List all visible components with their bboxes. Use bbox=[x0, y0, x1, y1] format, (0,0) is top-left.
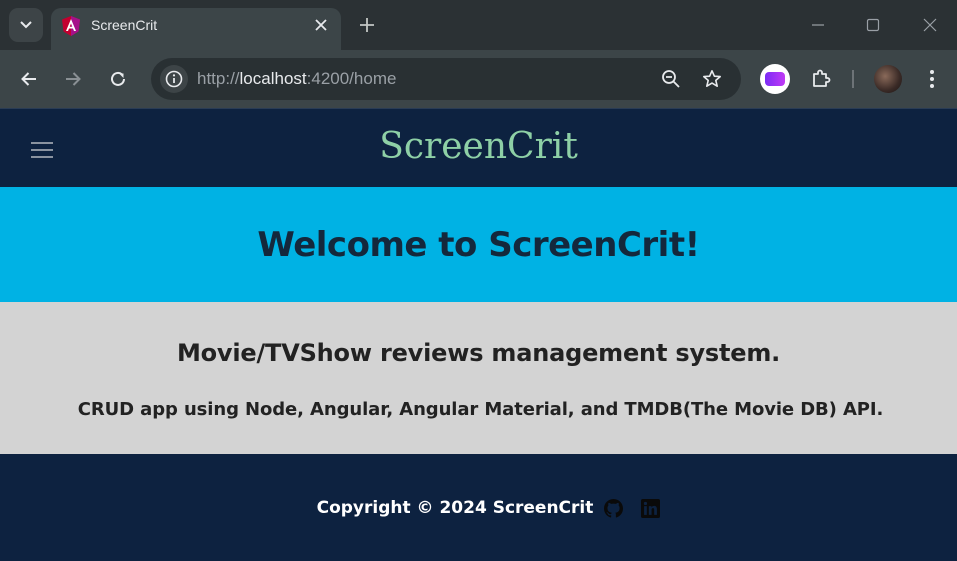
browser-tabstrip: ScreenCrit bbox=[0, 0, 957, 50]
maximize-icon bbox=[866, 18, 880, 32]
url-prefix: http:// bbox=[197, 69, 240, 88]
plus-icon bbox=[360, 18, 374, 32]
linkedin-icon bbox=[640, 498, 660, 518]
new-tab-button[interactable] bbox=[356, 14, 378, 36]
minimize-icon bbox=[812, 24, 824, 26]
github-icon bbox=[603, 498, 623, 518]
back-arrow-icon bbox=[21, 72, 36, 86]
kebab-menu-icon bbox=[930, 70, 934, 88]
maximize-button[interactable] bbox=[860, 12, 886, 38]
linkedin-link[interactable] bbox=[640, 498, 660, 518]
angular-favicon-icon bbox=[62, 16, 80, 36]
browser-toolbar: http://localhost:4200/home bbox=[0, 50, 957, 108]
profile-avatar[interactable] bbox=[874, 65, 902, 93]
chevron-down-icon bbox=[20, 21, 32, 29]
app-header: ScreenCrit bbox=[0, 108, 957, 187]
close-icon bbox=[315, 19, 327, 31]
browser-tab[interactable]: ScreenCrit bbox=[51, 8, 341, 50]
url-text[interactable]: http://localhost:4200/home bbox=[197, 69, 396, 89]
footer-row: Copyright © 2024 ScreenCrit bbox=[0, 498, 957, 518]
brand-title[interactable]: ScreenCrit bbox=[0, 126, 957, 167]
url-path: :4200/home bbox=[306, 69, 397, 88]
footer: Copyright © 2024 ScreenCrit bbox=[0, 454, 957, 561]
tab-search-button[interactable] bbox=[9, 8, 43, 42]
github-link[interactable] bbox=[603, 498, 623, 518]
extensions-button[interactable] bbox=[805, 63, 837, 95]
extension-avatar-icon bbox=[765, 72, 785, 86]
info-icon bbox=[165, 70, 183, 88]
social-links bbox=[603, 498, 660, 518]
address-bar[interactable]: http://localhost:4200/home bbox=[151, 58, 741, 100]
browser-menu-button[interactable] bbox=[922, 67, 942, 91]
window-close-button[interactable] bbox=[917, 12, 943, 38]
hero-banner: Welcome to ScreenCrit! bbox=[0, 187, 957, 302]
zoom-out-icon bbox=[662, 70, 680, 88]
url-host: localhost bbox=[239, 69, 307, 88]
site-info-button[interactable] bbox=[160, 65, 188, 93]
toolbar-divider bbox=[852, 70, 854, 88]
copyright-text: Copyright © 2024 ScreenCrit bbox=[316, 498, 594, 518]
reload-icon bbox=[111, 71, 125, 86]
reload-button[interactable] bbox=[102, 63, 134, 95]
zoom-button[interactable] bbox=[659, 67, 683, 91]
back-button[interactable] bbox=[13, 63, 45, 95]
web-page: ScreenCrit Welcome to ScreenCrit! Movie/… bbox=[0, 108, 957, 561]
forward-arrow-icon bbox=[66, 72, 81, 86]
window-close-icon bbox=[923, 18, 937, 32]
tab-title: ScreenCrit bbox=[91, 17, 158, 33]
about-description: CRUD app using Node, Angular, Angular Ma… bbox=[77, 399, 884, 420]
forward-button[interactable] bbox=[57, 63, 89, 95]
hero-title: Welcome to ScreenCrit! bbox=[257, 224, 700, 265]
extension-button[interactable] bbox=[760, 64, 790, 94]
star-icon bbox=[703, 70, 721, 87]
tab-close-button[interactable] bbox=[311, 15, 331, 35]
bookmark-button[interactable] bbox=[700, 67, 724, 91]
about-subtitle: Movie/TVShow reviews management system. bbox=[176, 339, 781, 367]
puzzle-icon bbox=[813, 69, 831, 87]
minimize-button[interactable] bbox=[805, 12, 831, 38]
about-section: Movie/TVShow reviews management system. … bbox=[0, 302, 957, 454]
